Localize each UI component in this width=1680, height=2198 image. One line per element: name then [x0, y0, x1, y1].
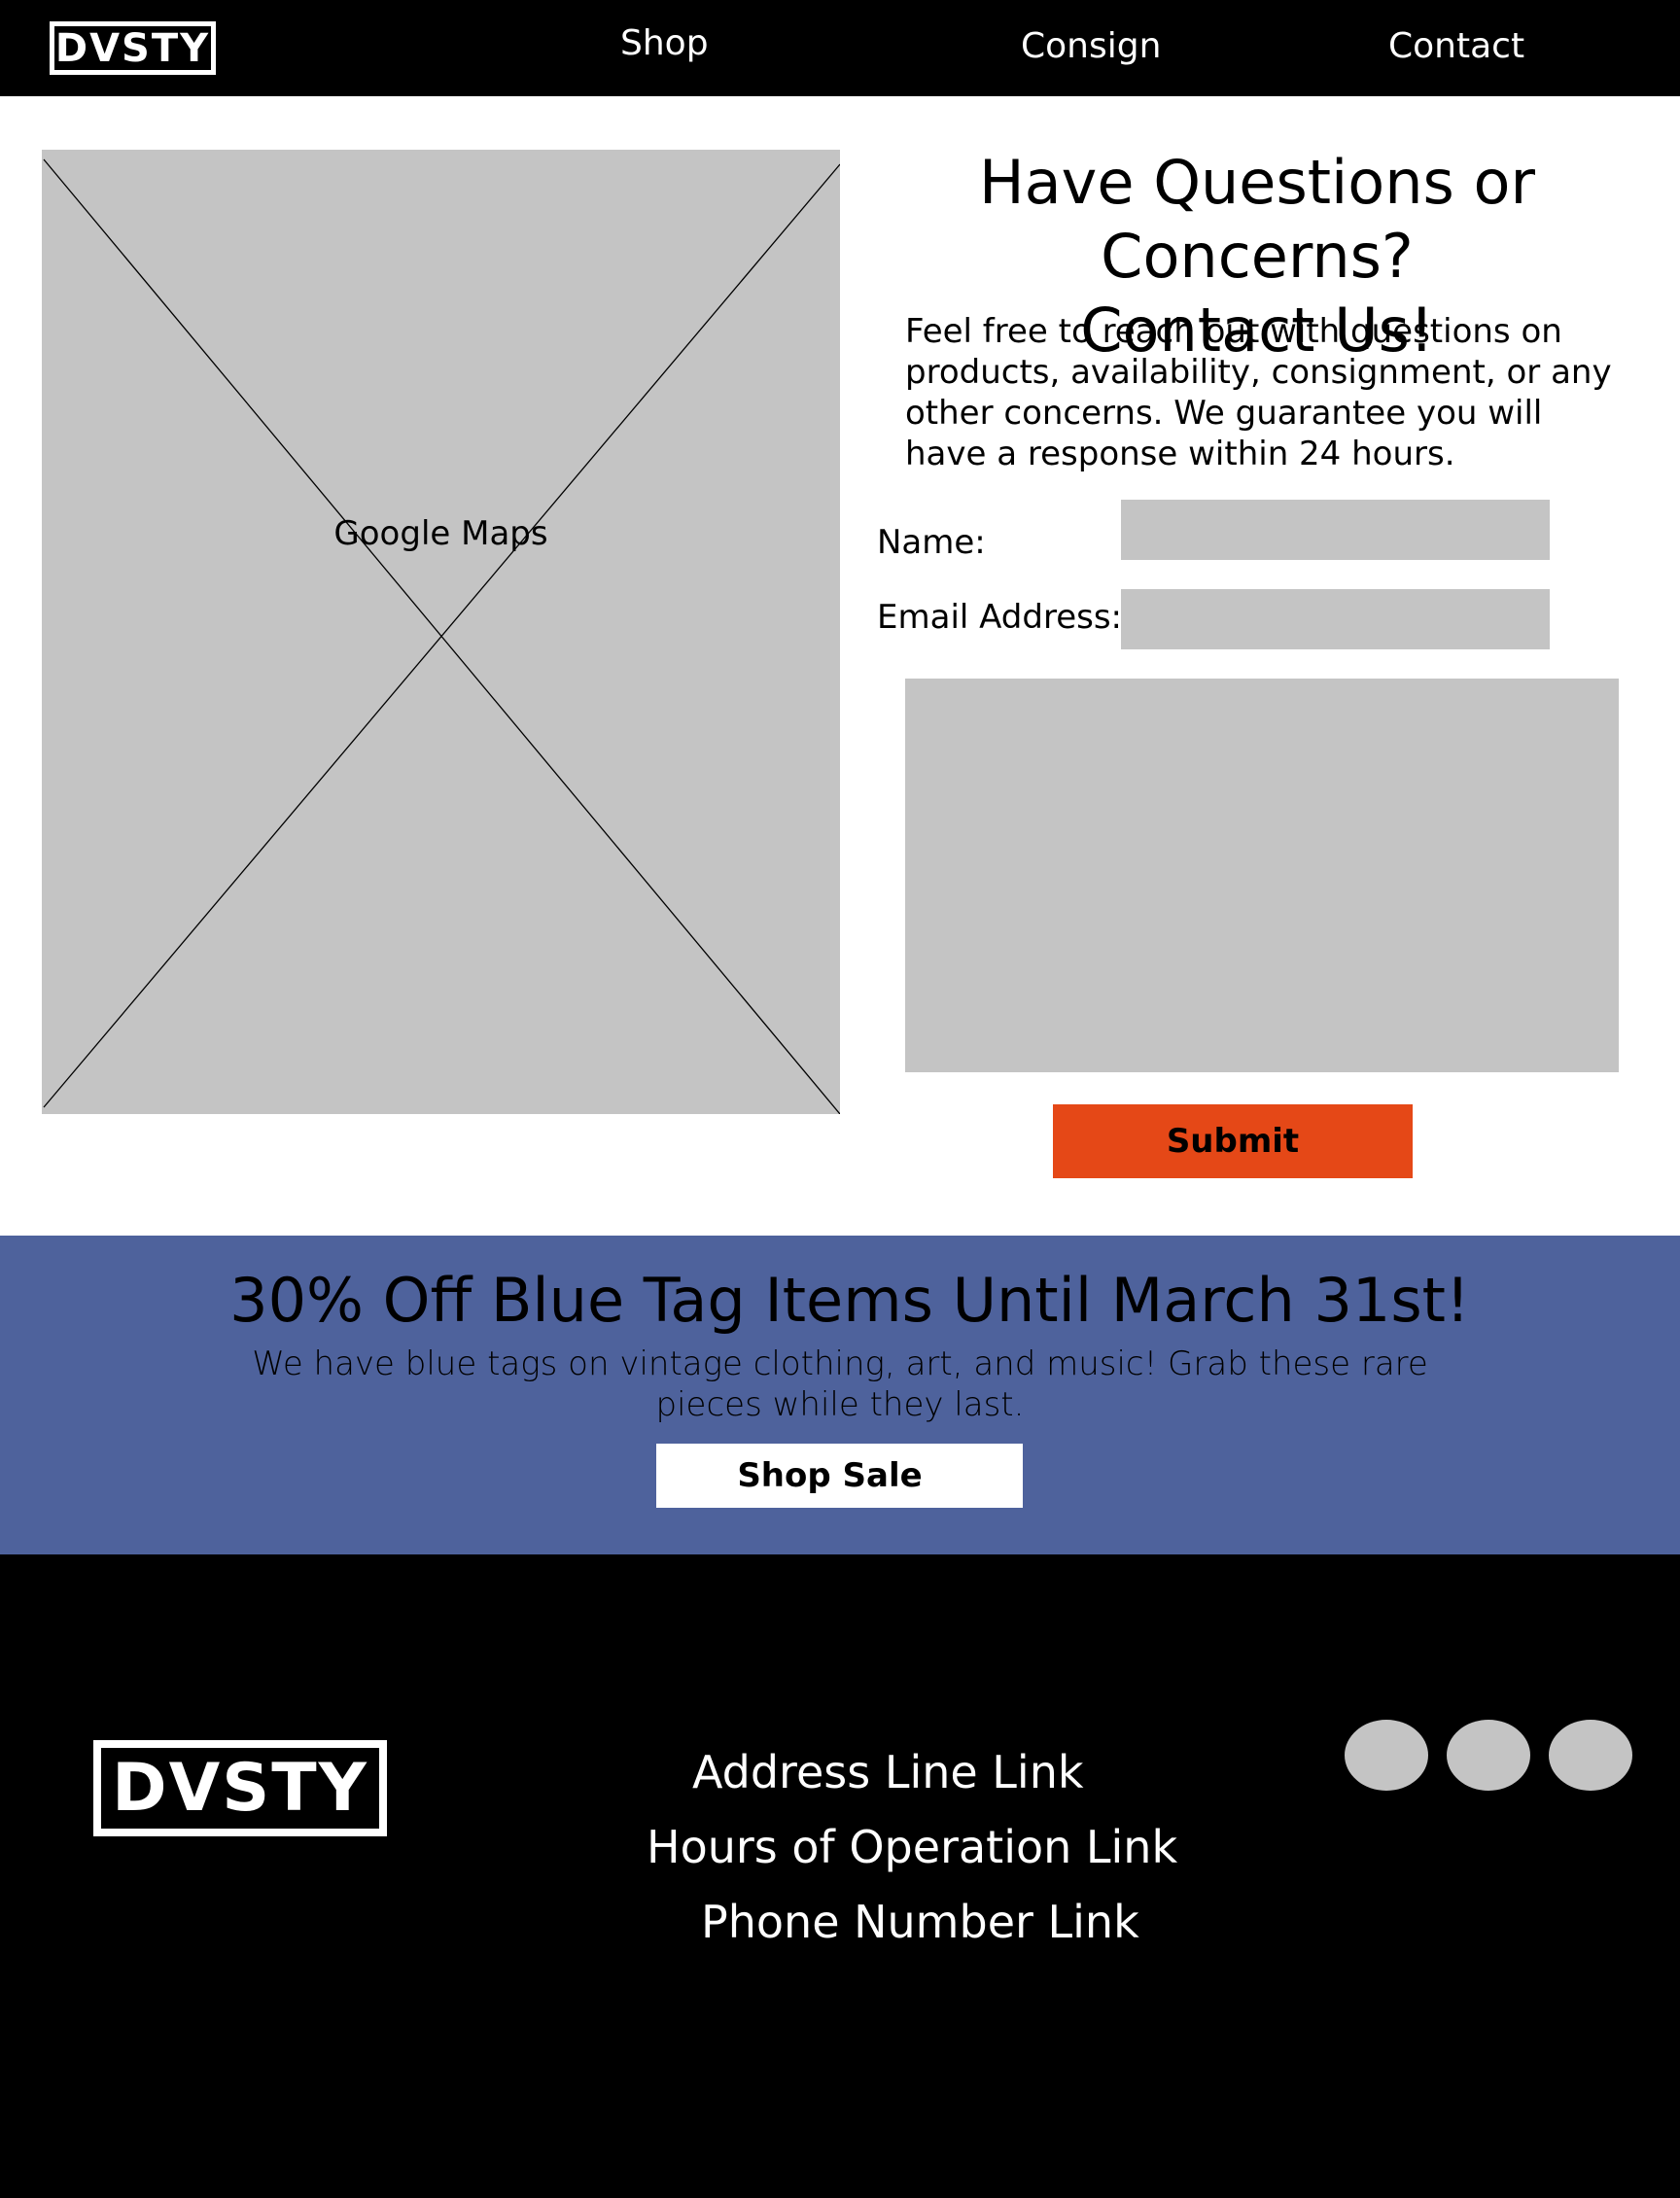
promo-banner: 30% Off Blue Tag Items Until March 31st!…	[0, 1236, 1680, 1554]
footer-logo[interactable]: DVSTY	[93, 1740, 387, 1836]
promo-text: We have blue tags on vintage clothing, a…	[252, 1344, 1428, 1424]
email-label: Email Address:	[877, 598, 1122, 637]
phone-link[interactable]: Phone Number Link	[701, 1896, 1139, 1948]
message-textarea[interactable]	[905, 679, 1619, 1072]
contact-heading-line1: Have Questions or Concerns?	[979, 147, 1535, 292]
social-icon-2[interactable]	[1447, 1720, 1530, 1791]
name-label: Name:	[877, 523, 986, 562]
site-footer: DVSTY Address Line Link Hours of Operati…	[0, 1554, 1680, 2198]
map-label: Google Maps	[333, 514, 548, 553]
hours-link[interactable]: Hours of Operation Link	[647, 1821, 1177, 1873]
site-header: DVSTY Shop Consign Contact	[0, 0, 1680, 96]
contact-intro-text: Feel free to reach out with questions on…	[905, 312, 1612, 473]
nav-shop-link[interactable]: Shop	[620, 23, 709, 63]
nav-consign-link[interactable]: Consign	[1021, 26, 1161, 66]
address-link[interactable]: Address Line Link	[692, 1746, 1084, 1798]
nav-contact-link[interactable]: Contact	[1388, 26, 1524, 66]
social-icon-3[interactable]	[1549, 1720, 1632, 1791]
header-logo[interactable]: DVSTY	[50, 21, 216, 75]
submit-button[interactable]: Submit	[1053, 1104, 1413, 1178]
name-field[interactable]	[1121, 500, 1550, 560]
placeholder-cross-icon	[43, 158, 840, 1114]
google-map-placeholder[interactable]: Google Maps	[42, 150, 840, 1114]
shop-sale-button[interactable]: Shop Sale	[656, 1444, 1023, 1508]
email-field[interactable]	[1121, 589, 1550, 649]
promo-title: 30% Off Blue Tag Items Until March 31st!	[229, 1265, 1470, 1336]
social-icon-1[interactable]	[1345, 1720, 1428, 1791]
